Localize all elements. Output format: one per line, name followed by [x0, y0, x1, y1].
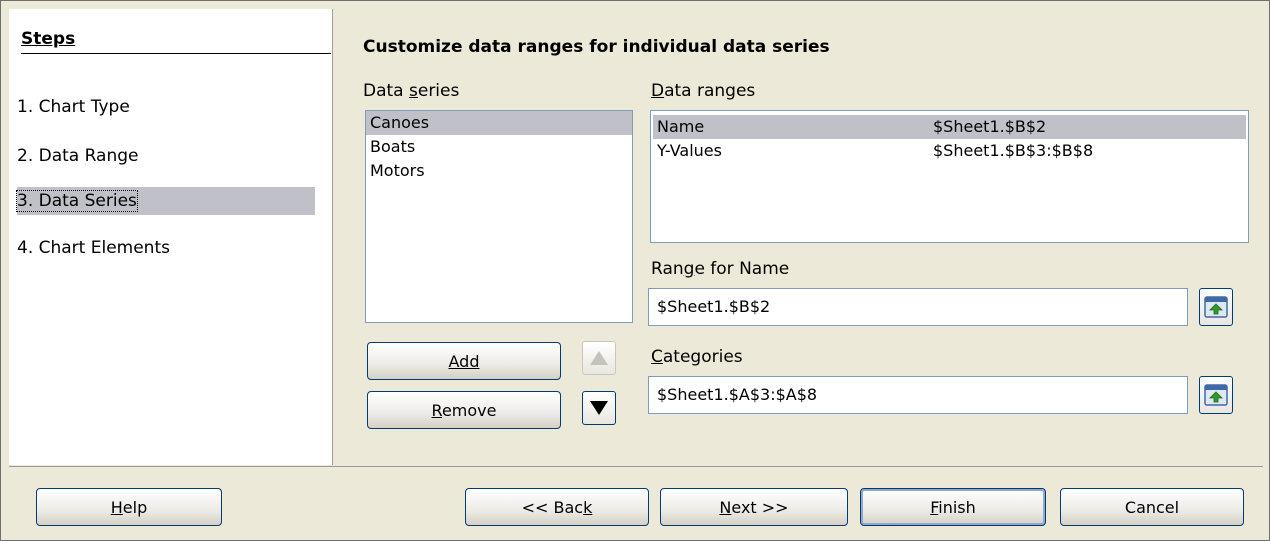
range-role: Y-Values — [657, 141, 722, 160]
range-for-name-label: Range for Name — [651, 259, 790, 279]
table-row[interactable]: Y-Values $Sheet1.$B$3:$B$8 — [653, 139, 1246, 163]
back-button[interactable]: << Back — [465, 488, 649, 526]
steps-title: Steps — [21, 29, 331, 54]
step-label: 3. Data Series — [16, 190, 138, 212]
step-data-series[interactable]: 3. Data Series — [16, 187, 315, 215]
add-button[interactable]: Add — [367, 342, 561, 380]
shrink-categories-button[interactable] — [1199, 376, 1233, 414]
page-heading: Customize data ranges for individual dat… — [363, 37, 830, 57]
list-item[interactable]: Motors — [366, 159, 632, 183]
data-ranges-label: Data ranges — [651, 81, 756, 101]
finish-button[interactable]: Finish — [860, 488, 1046, 526]
step-label: 4. Chart Elements — [17, 238, 170, 258]
range-role: Name — [657, 117, 705, 136]
shrink-range-icon — [1204, 384, 1228, 406]
shrink-range-name-button[interactable] — [1199, 288, 1233, 326]
add-button-label: Add — [448, 351, 480, 371]
data-series-label: Data series — [363, 81, 460, 101]
step-chart-elements[interactable]: 4. Chart Elements — [17, 234, 315, 262]
cancel-button[interactable]: Cancel — [1060, 488, 1244, 526]
move-up-button[interactable] — [582, 341, 616, 375]
data-series-list[interactable]: Canoes Boats Motors — [365, 110, 633, 323]
categories-label: Categories — [651, 347, 743, 367]
remove-button[interactable]: Remove — [367, 391, 561, 429]
data-ranges-list[interactable]: Name $Sheet1.$B$2 Y-Values $Sheet1.$B$3:… — [650, 110, 1249, 243]
triangle-up-icon — [590, 351, 608, 365]
next-button[interactable]: Next >> — [660, 488, 848, 526]
shrink-range-icon — [1204, 296, 1228, 318]
triangle-down-icon — [590, 401, 608, 415]
chart-wizard-dialog: Steps 1. Chart Type 2. Data Range 3. Dat… — [0, 0, 1270, 541]
step-label: 2. Data Range — [17, 146, 139, 166]
range-value: $Sheet1.$B$3:$B$8 — [933, 141, 1094, 160]
range-for-name-input[interactable]: $Sheet1.$B$2 — [648, 288, 1188, 326]
range-value: $Sheet1.$B$2 — [933, 117, 1047, 136]
help-button-label: Help — [110, 497, 148, 517]
table-row[interactable]: Name $Sheet1.$B$2 — [653, 115, 1246, 139]
list-item[interactable]: Boats — [366, 135, 632, 159]
step-label: 1. Chart Type — [17, 97, 130, 117]
move-down-button[interactable] — [582, 391, 616, 425]
help-button[interactable]: Help — [36, 488, 222, 526]
step-chart-type[interactable]: 1. Chart Type — [17, 93, 315, 121]
back-button-label: << Back — [521, 497, 593, 517]
categories-input[interactable]: $Sheet1.$A$3:$A$8 — [648, 376, 1188, 414]
list-item[interactable]: Canoes — [366, 111, 632, 135]
remove-button-label: Remove — [431, 400, 497, 420]
step-data-range[interactable]: 2. Data Range — [17, 142, 315, 170]
next-button-label: Next >> — [719, 497, 789, 517]
finish-button-label: Finish — [930, 497, 976, 517]
